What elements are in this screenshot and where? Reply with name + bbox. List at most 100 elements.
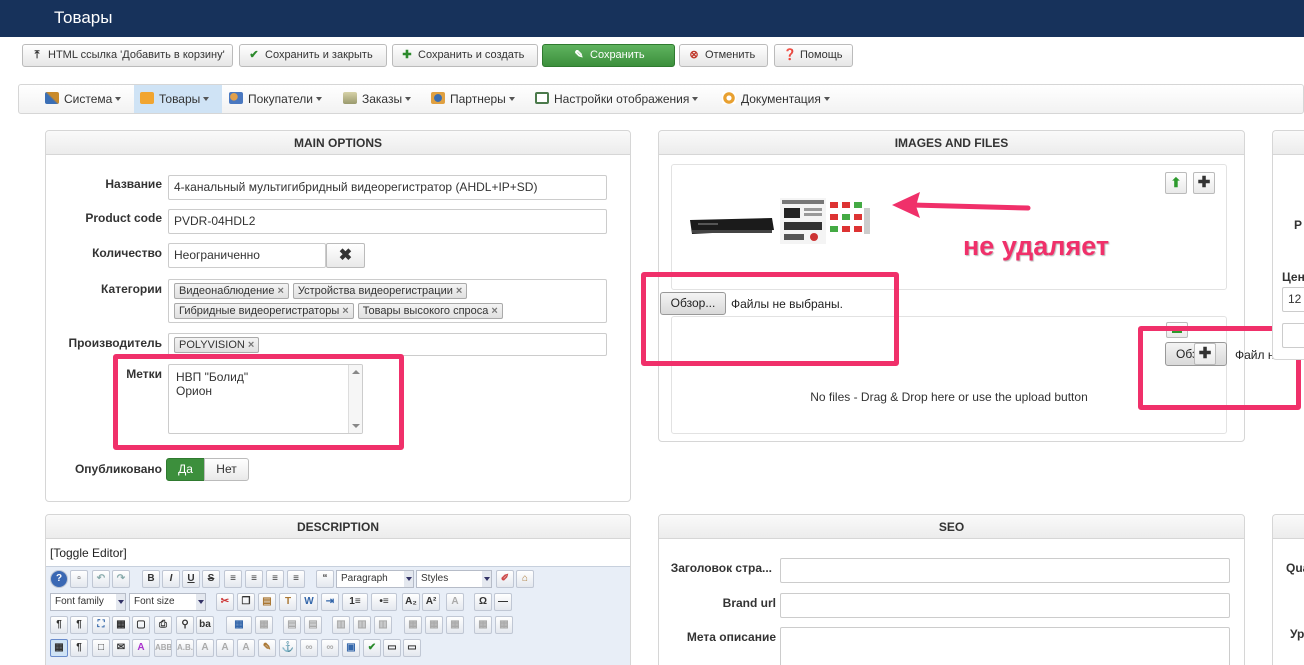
ins-icon[interactable]: A <box>237 639 255 657</box>
menu-item-system[interactable]: Система <box>39 85 127 113</box>
spellcheck-icon[interactable]: ✔ <box>363 639 381 657</box>
table-props-icon[interactable]: ▦ <box>255 616 273 634</box>
split-cells-icon[interactable]: ▦ <box>404 616 422 634</box>
col-before-icon[interactable]: ▥ <box>332 616 350 634</box>
preview-icon[interactable]: ▢ <box>132 616 150 634</box>
save-close-button[interactable]: ✔ Сохранить и закрыть <box>239 44 387 67</box>
styleprops-icon[interactable]: A <box>132 639 150 657</box>
html-link-button[interactable]: ⤒ HTML ссылка 'Добавить в корзину' <box>22 44 233 67</box>
manufacturer-input[interactable]: POLYVISION × <box>168 333 607 356</box>
menu-item-partners[interactable]: Партнеры <box>425 85 521 113</box>
copy-icon[interactable]: ❐ <box>237 593 255 611</box>
diagram-image-thumbnail[interactable] <box>828 198 872 244</box>
template-icon[interactable]: ▦ <box>112 616 130 634</box>
eraser-icon[interactable]: ✐ <box>496 570 514 588</box>
attribs-icon[interactable]: ✎ <box>258 639 276 657</box>
font-size-select[interactable]: Font size <box>129 593 206 611</box>
align-left-icon[interactable]: ≡ <box>266 570 284 588</box>
brand-url-input[interactable] <box>780 593 1230 618</box>
text-color-icon[interactable]: A <box>446 593 464 611</box>
save-button[interactable]: ✎ Сохранить <box>542 44 675 67</box>
row-before-icon[interactable]: ▤ <box>283 616 301 634</box>
print-icon[interactable]: ⎙ <box>154 616 172 634</box>
field-input-partial[interactable] <box>1282 323 1304 348</box>
email-icon[interactable]: ✉ <box>112 639 130 657</box>
seo-title-input[interactable] <box>780 558 1230 583</box>
upload-image-button[interactable]: ⬆ <box>1165 172 1187 194</box>
bold-icon[interactable]: B <box>142 570 160 588</box>
cite-icon[interactable]: A <box>196 639 214 657</box>
special-char-icon[interactable]: Ω <box>474 593 492 611</box>
indent-icon[interactable]: ⇥ <box>321 593 339 611</box>
readmore-icon[interactable]: ▭ <box>403 639 421 657</box>
replace-icon[interactable]: ba <box>196 616 214 634</box>
align-center-icon[interactable]: ≡ <box>245 570 263 588</box>
show-blocks-icon[interactable]: ¶ <box>70 639 88 657</box>
abbr-icon[interactable]: ABBR <box>154 639 172 657</box>
cut-icon[interactable]: ✂ <box>216 593 234 611</box>
image-icon[interactable]: ▣ <box>342 639 360 657</box>
paste-word-icon[interactable]: W <box>300 593 318 611</box>
name-input[interactable]: 4-канальный мультигибридный видеорегистр… <box>168 175 607 200</box>
font-family-select[interactable]: Font family <box>50 593 126 611</box>
italic-icon[interactable]: I <box>162 570 180 588</box>
remove-icon[interactable]: × <box>248 339 254 351</box>
paste-text-icon[interactable]: T <box>279 593 297 611</box>
cleanup-icon[interactable]: ⌂ <box>516 570 534 588</box>
categories-input[interactable]: Видеонаблюдение × Устройства видеорегистра… <box>168 279 607 323</box>
col-after-icon[interactable]: ▥ <box>353 616 371 634</box>
bullet-list-icon[interactable]: •≡ <box>371 593 397 611</box>
anchor-icon[interactable]: ⚓ <box>279 639 297 657</box>
numbered-list-icon[interactable]: 1≡ <box>342 593 368 611</box>
row-props-icon[interactable]: ▦ <box>495 616 513 634</box>
remove-icon[interactable]: × <box>491 305 497 317</box>
link-icon[interactable]: ∞ <box>300 639 318 657</box>
menu-item-display-settings[interactable]: Настройки отображения <box>529 85 704 113</box>
product-image-thumbnail[interactable] <box>688 206 776 238</box>
remove-icon[interactable]: × <box>342 305 348 317</box>
help-icon[interactable]: ? <box>50 570 68 588</box>
remove-icon[interactable]: × <box>277 285 283 297</box>
toggle-editor-link[interactable]: [Toggle Editor] <box>50 546 127 560</box>
horizontal-rule-icon[interactable]: — <box>494 593 512 611</box>
brochure-image-thumbnail[interactable] <box>780 198 826 244</box>
superscript-icon[interactable]: A² <box>422 593 440 611</box>
redo-icon[interactable]: ↷ <box>112 570 130 588</box>
menu-item-customers[interactable]: Покупатели <box>223 85 328 113</box>
align-right-icon[interactable]: ≡ <box>287 570 305 588</box>
del-icon[interactable]: A <box>216 639 234 657</box>
delete-table-icon[interactable]: ▦ <box>446 616 464 634</box>
price-input-partial[interactable]: 12 <box>1282 287 1304 312</box>
blockquote-icon[interactable]: “ <box>316 570 334 588</box>
menu-item-documentation[interactable]: Документация <box>716 85 836 113</box>
styles-select[interactable]: Styles <box>416 570 492 588</box>
subscript-icon[interactable]: A₂ <box>402 593 420 611</box>
delete-col-icon[interactable]: ▥ <box>374 616 392 634</box>
published-yes-button[interactable]: Да <box>166 458 205 481</box>
save-new-button[interactable]: ✚ Сохранить и создать <box>392 44 538 67</box>
unlink-icon[interactable]: ∞ <box>321 639 339 657</box>
paragraph-select[interactable]: Paragraph <box>336 570 414 588</box>
table-icon[interactable]: ▦ <box>226 616 252 634</box>
cell-props-icon[interactable]: ▦ <box>474 616 492 634</box>
quantity-input[interactable]: Неограниченно <box>168 243 326 268</box>
pagebreak-icon[interactable]: ▭ <box>383 639 401 657</box>
cancel-button[interactable]: ⊗ Отменить <box>679 44 768 67</box>
add-image-button[interactable]: ✚ <box>1193 172 1215 194</box>
help-button[interactable]: ❓ Помощь <box>774 44 853 67</box>
visualchars-icon[interactable]: □ <box>92 639 110 657</box>
rtl-icon[interactable]: ¶ <box>70 616 88 634</box>
clear-quantity-button[interactable]: ✖ <box>326 243 365 268</box>
meta-description-input[interactable] <box>780 627 1230 665</box>
row-after-icon[interactable]: ▤ <box>304 616 322 634</box>
product-code-input[interactable]: PVDR-04HDL2 <box>168 209 607 234</box>
paste-icon[interactable]: ▤ <box>258 593 276 611</box>
new-document-icon[interactable]: ▫ <box>70 570 88 588</box>
find-icon[interactable]: ⚲ <box>176 616 194 634</box>
align-justify-icon[interactable]: ≡ <box>224 570 242 588</box>
ltr-icon[interactable]: ¶ <box>50 616 68 634</box>
fullscreen-icon[interactable]: ⛶ <box>92 616 110 634</box>
published-no-button[interactable]: Нет <box>204 458 249 481</box>
merge-cells-icon[interactable]: ▦ <box>425 616 443 634</box>
undo-icon[interactable]: ↶ <box>92 570 110 588</box>
